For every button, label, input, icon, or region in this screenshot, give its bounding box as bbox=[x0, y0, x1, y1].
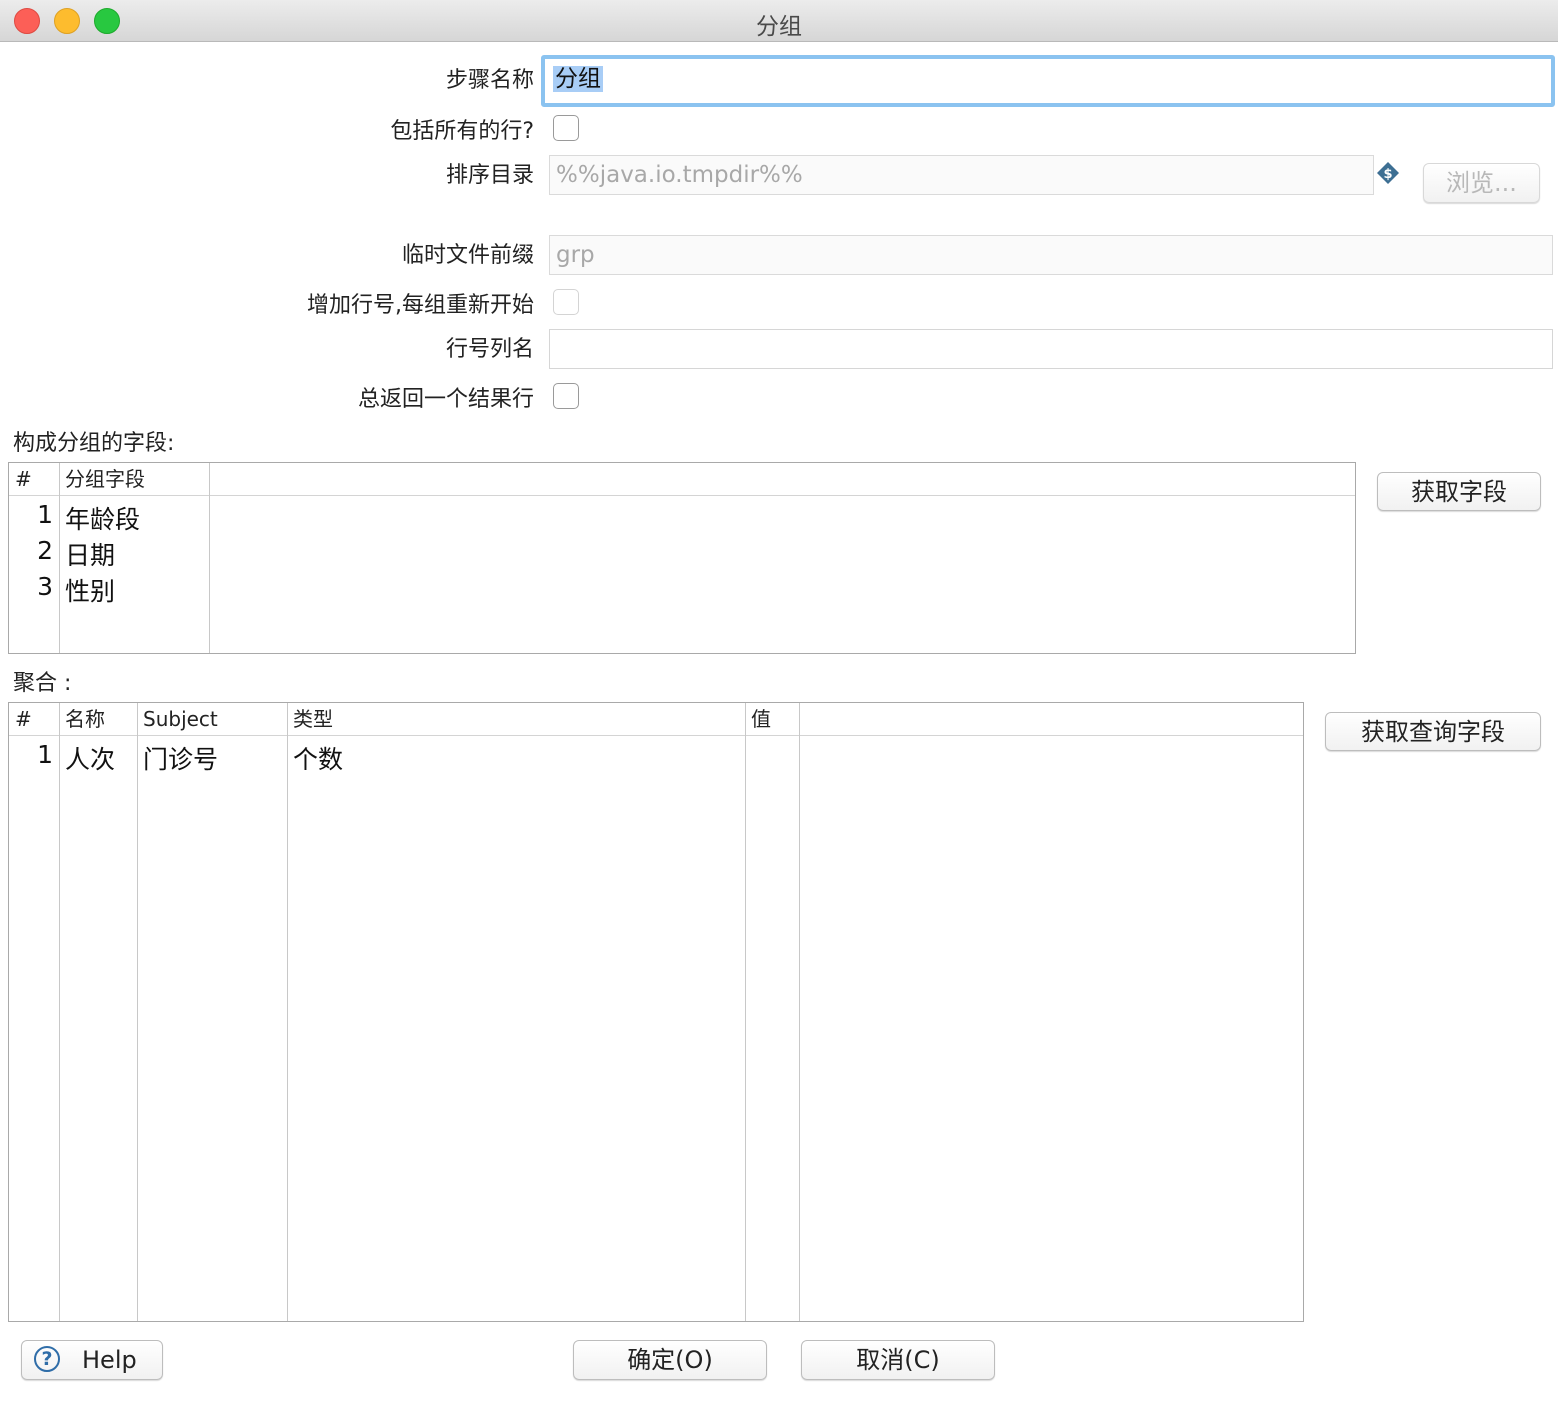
group-row-3-num: 3 bbox=[37, 572, 53, 601]
header-divider bbox=[9, 735, 1303, 736]
help-icon: ? bbox=[34, 1346, 60, 1372]
line-number-field-input[interactable] bbox=[549, 329, 1553, 369]
group-row-1-num: 1 bbox=[37, 500, 53, 529]
agg-row-1-name[interactable]: 人次 bbox=[65, 740, 115, 776]
header-divider bbox=[9, 495, 1355, 496]
temp-file-prefix-input[interactable]: grp bbox=[549, 235, 1553, 275]
cancel-button[interactable]: 取消(C) bbox=[801, 1340, 995, 1380]
column-divider bbox=[59, 463, 60, 653]
group-row-1-field[interactable]: 年龄段 bbox=[65, 500, 140, 536]
always-return-row-checkbox[interactable] bbox=[553, 383, 579, 409]
agg-col-type-header[interactable]: 类型 bbox=[293, 703, 333, 735]
help-button[interactable]: ? Help bbox=[21, 1340, 163, 1380]
agg-col-num-header[interactable]: # bbox=[15, 703, 32, 735]
agg-row-1-type[interactable]: 个数 bbox=[293, 740, 343, 776]
temp-file-prefix-label: 临时文件前缀 bbox=[401, 243, 534, 268]
always-return-row-label: 总返回一个结果行 bbox=[357, 387, 534, 412]
ok-button[interactable]: 确定(O) bbox=[573, 1340, 767, 1380]
column-divider bbox=[209, 463, 210, 653]
sort-directory-input[interactable]: %%java.io.tmpdir%% bbox=[549, 155, 1374, 195]
column-divider bbox=[799, 703, 800, 1321]
group-row-3-field[interactable]: 性别 bbox=[65, 572, 115, 608]
title-bar: 分组 bbox=[0, 0, 1558, 42]
group-row-2-num: 2 bbox=[37, 536, 53, 565]
column-divider bbox=[745, 703, 746, 1321]
aggregates-section-label: 聚合 : bbox=[13, 671, 72, 696]
window-title: 分组 bbox=[756, 14, 802, 40]
aggregates-table[interactable]: # 名称 Subject 类型 值 1 人次 门诊号 个数 bbox=[8, 702, 1304, 1322]
browse-button[interactable]: 浏览... bbox=[1423, 163, 1540, 203]
agg-row-1-num: 1 bbox=[37, 740, 53, 769]
agg-col-value-header[interactable]: 值 bbox=[751, 703, 771, 735]
include-all-rows-label: 包括所有的行? bbox=[390, 119, 534, 144]
group-fields-table[interactable]: # 分组字段 1 年龄段 2 日期 3 性别 bbox=[8, 462, 1356, 654]
svg-text:$: $ bbox=[1383, 167, 1392, 182]
column-divider bbox=[287, 703, 288, 1321]
get-fields-button[interactable]: 获取字段 bbox=[1377, 472, 1541, 511]
group-fields-section-label: 构成分组的字段: bbox=[13, 431, 175, 456]
line-number-field-label: 行号列名 bbox=[445, 337, 534, 362]
column-divider bbox=[137, 703, 138, 1321]
add-line-number-label: 增加行号,每组重新开始 bbox=[307, 293, 534, 318]
step-name-label: 步骤名称 bbox=[445, 68, 534, 93]
step-name-input[interactable]: 分组 bbox=[541, 55, 1555, 107]
column-divider bbox=[59, 703, 60, 1321]
group-row-2-field[interactable]: 日期 bbox=[65, 536, 115, 572]
agg-row-1-subject[interactable]: 门诊号 bbox=[143, 740, 218, 776]
help-label: Help bbox=[82, 1346, 137, 1374]
agg-col-subject-header[interactable]: Subject bbox=[143, 703, 218, 735]
get-lookup-fields-button[interactable]: 获取查询字段 bbox=[1325, 712, 1541, 751]
sort-directory-label: 排序目录 bbox=[445, 163, 534, 188]
group-col-num-header[interactable]: # bbox=[15, 463, 32, 495]
agg-col-name-header[interactable]: 名称 bbox=[65, 703, 105, 735]
include-all-rows-checkbox[interactable] bbox=[553, 115, 579, 141]
variable-icon[interactable]: $ bbox=[1376, 161, 1400, 185]
group-col-field-header[interactable]: 分组字段 bbox=[65, 463, 145, 495]
add-line-number-checkbox[interactable] bbox=[553, 289, 579, 315]
step-name-value: 分组 bbox=[553, 66, 603, 92]
